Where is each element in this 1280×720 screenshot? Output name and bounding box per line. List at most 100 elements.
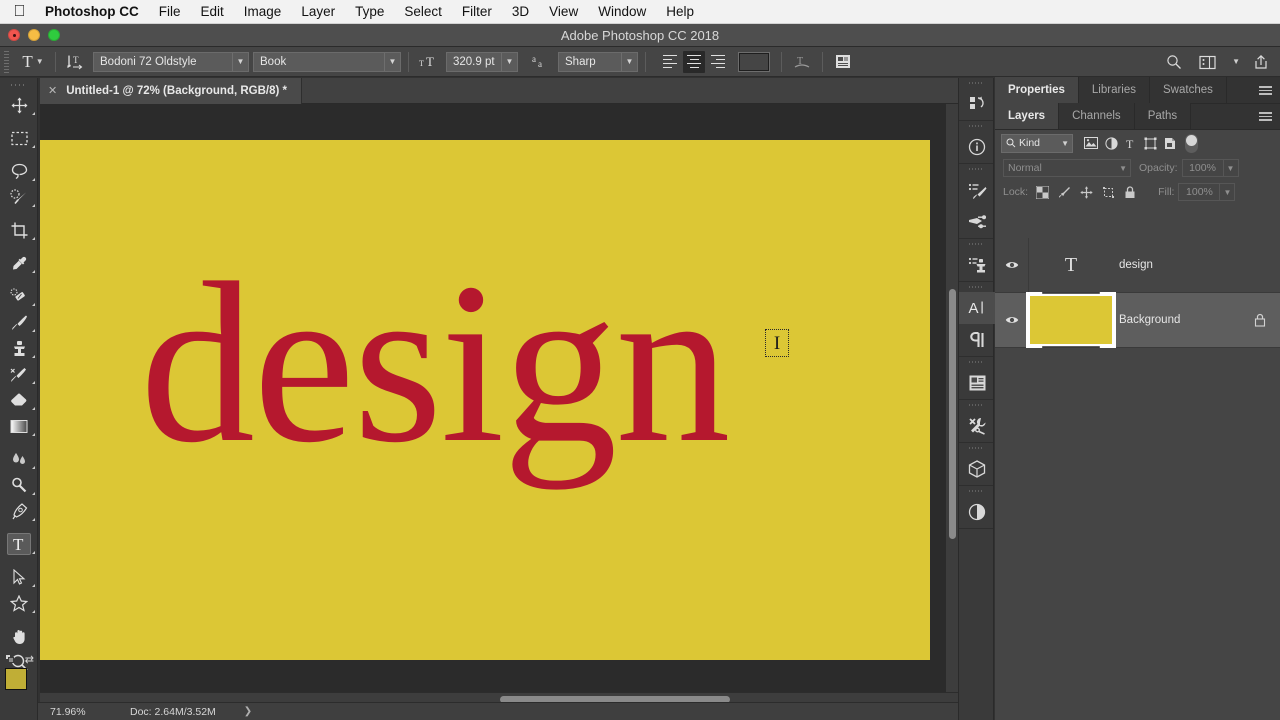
layer-thumbnail[interactable] <box>1028 294 1114 346</box>
font-style-select[interactable]: Book ▼ <box>253 51 401 72</box>
chevron-down-icon[interactable]: ▼ <box>384 52 400 71</box>
menu-item-edit[interactable]: Edit <box>191 0 234 24</box>
blend-mode-select[interactable]: Normal ▼ <box>1003 159 1131 177</box>
text-orientation-icon[interactable]: T <box>63 50 89 74</box>
hand-tool[interactable] <box>0 623 38 649</box>
chevron-down-icon[interactable]: ▼ <box>232 52 248 71</box>
brush-tool[interactable] <box>0 309 38 335</box>
layer-row[interactable]: Tdesign <box>995 237 1280 293</box>
dock-group-grip[interactable] <box>959 239 993 249</box>
tool-presets-panel[interactable] <box>959 410 995 442</box>
menu-item-help[interactable]: Help <box>656 0 704 24</box>
menu-item-filter[interactable]: Filter <box>452 0 502 24</box>
chevron-down-icon[interactable]: ▼ <box>1232 58 1240 66</box>
tab-paths[interactable]: Paths <box>1134 103 1192 129</box>
canvas-vertical-scrollbar-track[interactable] <box>946 104 958 692</box>
brush-settings-panel[interactable] <box>959 206 995 238</box>
brush-icon[interactable] <box>1058 186 1071 199</box>
font-size-input[interactable]: 320.9 pt ▼ <box>446 51 518 72</box>
layer-thumbnail[interactable]: T <box>1029 254 1113 277</box>
layer-comps-panel[interactable] <box>959 367 995 399</box>
text-color-swatch[interactable] <box>739 52 769 71</box>
clone-source-panel[interactable] <box>959 249 995 281</box>
dock-group-grip[interactable] <box>959 400 993 410</box>
history-panel[interactable] <box>959 88 995 120</box>
artboard-icon[interactable] <box>1102 186 1115 199</box>
path-selection-tool[interactable] <box>0 564 38 590</box>
workspace-switcher-icon[interactable] <box>1195 50 1221 74</box>
layer-name[interactable]: design <box>1113 259 1280 271</box>
close-tab-icon[interactable]: ✕ <box>48 84 57 97</box>
chevron-right-icon[interactable]: ❯ <box>244 706 252 717</box>
smart-object-icon[interactable] <box>1164 137 1176 150</box>
dock-group-grip[interactable] <box>959 121 993 131</box>
swap-colors-icon[interactable]: ⇄ <box>25 653 34 666</box>
dock-group-grip[interactable] <box>959 357 993 367</box>
default-colors-icon[interactable] <box>5 654 14 663</box>
dock-group-grip[interactable] <box>959 164 993 174</box>
move-icon[interactable] <box>1080 186 1093 199</box>
info-panel[interactable] <box>959 131 995 163</box>
tab-properties[interactable]: Properties <box>995 77 1079 103</box>
search-icon[interactable] <box>1161 50 1187 74</box>
tab-libraries[interactable]: Libraries <box>1078 77 1150 103</box>
foreground-color-swatch[interactable] <box>5 668 27 690</box>
checkerboard-icon[interactable] <box>1036 185 1050 199</box>
layer-visibility-toggle[interactable] <box>995 237 1029 293</box>
layer-name[interactable]: Background <box>1113 314 1254 326</box>
menu-item-image[interactable]: Image <box>234 0 292 24</box>
character-panel-toggle-icon[interactable] <box>830 50 856 74</box>
tab-channels[interactable]: Channels <box>1059 103 1135 129</box>
anti-alias-select[interactable]: Sharp ▼ <box>558 51 638 72</box>
spot-healing-brush-tool[interactable] <box>0 283 38 309</box>
blur-tool[interactable] <box>0 446 38 472</box>
type-tool-icon[interactable]: T ▼ <box>18 50 48 74</box>
quick-selection-tool[interactable] <box>0 184 38 210</box>
dock-group-grip[interactable] <box>959 282 993 292</box>
apple-logo-icon[interactable]:  <box>12 3 27 20</box>
dock-group-grip[interactable] <box>959 78 993 88</box>
pixel-layer-icon[interactable] <box>1084 137 1098 149</box>
adjustment-layer-icon[interactable] <box>1105 136 1118 150</box>
adjustments-panel[interactable] <box>959 496 995 528</box>
menu-item-view[interactable]: View <box>539 0 588 24</box>
options-bar-grip[interactable] <box>2 50 11 73</box>
chevron-down-icon[interactable]: ▼ <box>1220 183 1236 201</box>
document-canvas[interactable]: design I <box>40 140 930 660</box>
crop-tool[interactable] <box>0 217 38 243</box>
menu-item-type[interactable]: Type <box>345 0 394 24</box>
paragraph-panel[interactable] <box>959 324 995 356</box>
artwork-text-layer[interactable]: design <box>140 248 730 478</box>
eyedropper-tool[interactable] <box>0 250 38 276</box>
history-brush-tool[interactable] <box>0 361 38 387</box>
layer-row[interactable]: Background <box>995 292 1280 348</box>
layer-kind-filter[interactable]: Kind ▼ <box>1001 133 1073 153</box>
warp-text-icon[interactable]: T <box>789 50 815 74</box>
dock-group-grip[interactable] <box>959 486 993 496</box>
panel-menu-icon[interactable] <box>1259 86 1272 95</box>
document-tab[interactable]: ✕ Untitled-1 @ 72% (Background, RGB/8) * <box>40 77 303 104</box>
shape-layer-icon[interactable] <box>1144 137 1157 150</box>
tab-swatches[interactable]: Swatches <box>1150 77 1227 103</box>
menu-item-photoshop-cc[interactable]: Photoshop CC <box>43 0 149 24</box>
eraser-tool[interactable] <box>0 387 38 413</box>
rectangular-marquee-tool[interactable] <box>0 125 38 151</box>
chevron-down-icon[interactable]: ▼ <box>501 52 517 71</box>
align-left-icon[interactable] <box>659 51 681 73</box>
dock-group-grip[interactable] <box>959 443 993 453</box>
toolbar-grip[interactable] <box>0 78 37 92</box>
menu-item-3d[interactable]: 3D <box>502 0 539 24</box>
dodge-tool[interactable] <box>0 472 38 498</box>
character-panel[interactable]: A <box>959 292 995 324</box>
clone-stamp-tool[interactable] <box>0 335 38 361</box>
canvas-vertical-scrollbar-thumb[interactable] <box>949 289 956 539</box>
document-size[interactable]: Doc: 2.64M/3.52M <box>88 706 216 718</box>
chevron-down-icon[interactable]: ▼ <box>1223 159 1239 177</box>
fill-value[interactable]: 100% <box>1178 183 1221 201</box>
menu-item-file[interactable]: File <box>149 0 191 24</box>
canvas-area[interactable]: design I <box>40 104 958 692</box>
opacity-value[interactable]: 100% <box>1181 159 1224 177</box>
gradient-tool[interactable] <box>0 413 38 439</box>
menu-item-layer[interactable]: Layer <box>291 0 345 24</box>
layer-visibility-toggle[interactable] <box>995 292 1029 348</box>
